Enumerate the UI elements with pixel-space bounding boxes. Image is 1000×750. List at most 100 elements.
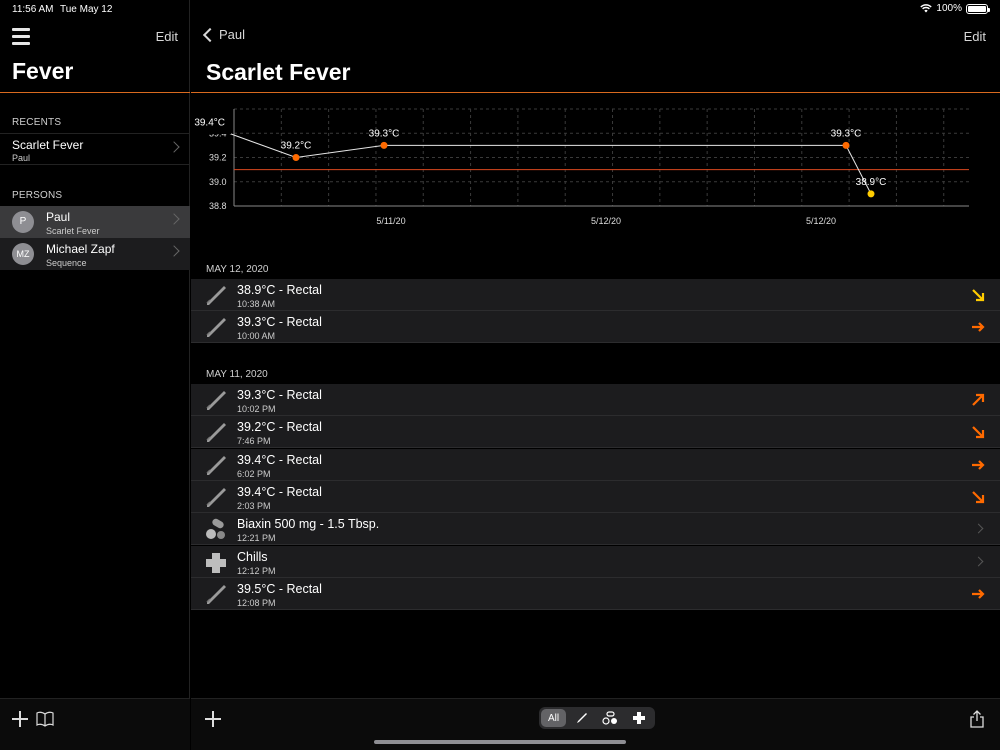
entry-title: 39.3°C - Rectal	[237, 315, 322, 330]
entry-time: 10:02 PM	[237, 404, 276, 414]
thermometer-icon	[204, 486, 228, 510]
recent-item-subtitle: Paul	[12, 153, 31, 163]
pills-icon	[601, 711, 617, 725]
list-item[interactable]: 39.3°C - Rectal 10:02 PM	[191, 384, 1000, 416]
thermometer-icon	[204, 316, 228, 340]
filter-medication[interactable]	[595, 707, 624, 729]
chart-series-line	[228, 132, 872, 195]
persons-header: PERSONS	[12, 190, 63, 201]
entry-time: 6:02 PM	[237, 468, 271, 479]
entry-title: 39.4°C - Rectal	[237, 484, 322, 499]
chevron-right-icon	[168, 141, 180, 153]
recent-item[interactable]: Scarlet Fever Paul	[0, 133, 190, 165]
chart-x-tick-label: 5/12/20	[591, 216, 621, 226]
person-item-paul[interactable]: P Paul Scarlet Fever	[0, 206, 190, 238]
arrow-up-right-icon	[972, 393, 985, 406]
entry-time: 12:08 PM	[237, 597, 276, 608]
page-title: Scarlet Fever	[206, 59, 351, 85]
entry-title: 39.5°C - Rectal	[237, 581, 322, 596]
share-icon[interactable]	[970, 710, 984, 728]
chart-data-label: 38.9°C	[856, 177, 887, 188]
thermometer-icon	[204, 284, 228, 308]
chart-x-tick-label: 5/12/20	[806, 216, 836, 226]
sidebar: Edit Fever RECENTS Scarlet Fever Paul PE…	[0, 0, 190, 750]
thermometer-icon	[576, 713, 587, 723]
main-header: Paul Edit Scarlet Fever	[191, 0, 1000, 93]
temperature-chart[interactable]: 39.639.439.239.038.85/11/205/12/205/12/2…	[191, 94, 1000, 244]
chart-y-tick-label: 39.0	[209, 177, 227, 187]
person-subtitle: Sequence	[46, 258, 87, 268]
list-item[interactable]: 39.4°C - Rectal 6:02 PM	[191, 448, 1000, 481]
entry-title: Biaxin 500 mg - 1.5 Tbsp.	[237, 517, 380, 532]
list-item[interactable]: Chills 12:12 PM	[191, 545, 1000, 578]
thermometer-icon	[204, 583, 228, 607]
sidebar-edit-button[interactable]: Edit	[156, 29, 178, 44]
entry-title: Chills	[237, 549, 268, 564]
filter-all-label: All	[547, 712, 560, 724]
chart-point	[292, 154, 300, 161]
book-icon[interactable]	[36, 711, 54, 727]
chevron-left-icon	[202, 27, 218, 42]
filter-segmented-control: All	[539, 707, 655, 729]
thermometer-icon	[204, 421, 228, 445]
list-item[interactable]: 39.2°C - Rectal 7:46 PM	[191, 416, 1000, 449]
cross-icon	[204, 551, 228, 575]
entry-time: 7:46 PM	[237, 436, 271, 447]
list-item[interactable]: 39.5°C - Rectal 12:08 PM	[191, 577, 1000, 610]
person-name: Michael Zapf	[46, 242, 115, 256]
chart-svg: 39.639.439.239.038.85/11/205/12/205/12/2…	[191, 94, 969, 226]
entry-title: 39.3°C - Rectal	[237, 388, 322, 402]
menu-icon[interactable]	[12, 28, 30, 45]
chart-data-label: 39.2°C	[281, 141, 312, 152]
back-button[interactable]: Paul	[201, 27, 245, 42]
chart-point	[867, 190, 875, 198]
add-entry-icon[interactable]	[205, 711, 221, 727]
add-person-icon[interactable]	[12, 711, 28, 727]
list-item[interactable]: Biaxin 500 mg - 1.5 Tbsp. 12:21 PM	[191, 513, 1000, 546]
arrow-down-right-icon	[972, 426, 985, 439]
chevron-right-icon	[973, 556, 984, 566]
chart-y-tick-label: 39.2	[209, 153, 227, 163]
chart-x-tick-label: 5/11/20	[376, 216, 405, 226]
edit-button[interactable]: Edit	[964, 29, 986, 44]
entry-time: 10:38 AM	[237, 299, 276, 309]
chevron-right-icon	[168, 213, 180, 225]
avatar: P	[12, 211, 34, 233]
recents-header: RECENTS	[12, 117, 62, 128]
arrow-down-right-icon	[972, 289, 985, 302]
entry-time: 12:12 PM	[237, 565, 276, 576]
thermometer-icon	[204, 389, 228, 413]
back-label: Paul	[219, 27, 246, 42]
avatar: MZ	[12, 243, 34, 265]
person-subtitle: Scarlet Fever	[46, 226, 100, 236]
chevron-right-icon	[973, 523, 984, 534]
pills-icon	[204, 518, 228, 542]
filter-symptoms[interactable]	[624, 707, 653, 729]
thermometer-icon	[204, 454, 228, 478]
section-header: MAY 12, 2020	[206, 264, 269, 275]
list-item[interactable]: 39.3°C - Rectal 10:00 AM	[191, 311, 1000, 344]
chart-point	[842, 141, 850, 149]
home-indicator	[374, 740, 626, 744]
list-item[interactable]: 39.4°C - Rectal 2:03 PM	[191, 480, 1000, 513]
recent-item-title: Scarlet Fever	[12, 138, 84, 152]
chart-point	[380, 141, 388, 149]
chart-data-label: 39.4°C	[194, 117, 225, 128]
chart-data-label: 39.3°C	[831, 128, 862, 139]
arrow-down-right-icon	[972, 491, 985, 503]
person-name: Paul	[46, 210, 71, 224]
filter-all[interactable]: All	[541, 709, 566, 727]
chart-data-label: 39.3°C	[369, 128, 400, 139]
list-item[interactable]: 38.9°C - Rectal 10:38 AM	[191, 279, 1000, 311]
filter-temperature[interactable]	[566, 707, 595, 729]
sidebar-toolbar	[0, 698, 190, 750]
person-item-michael-zapf[interactable]: MZ Michael Zapf Sequence	[0, 238, 190, 270]
section-header: MAY 11, 2020	[206, 369, 268, 380]
arrow-right-icon	[972, 589, 985, 599]
sidebar-header: Edit Fever	[0, 0, 190, 93]
main-pane: Paul Edit Scarlet Fever 39.639.439.239.0…	[191, 0, 1000, 750]
entry-time: 10:00 AM	[237, 331, 276, 342]
entry-title: 39.4°C - Rectal	[237, 452, 322, 467]
entry-title: 38.9°C - Rectal	[237, 283, 322, 297]
cross-icon	[632, 712, 645, 724]
